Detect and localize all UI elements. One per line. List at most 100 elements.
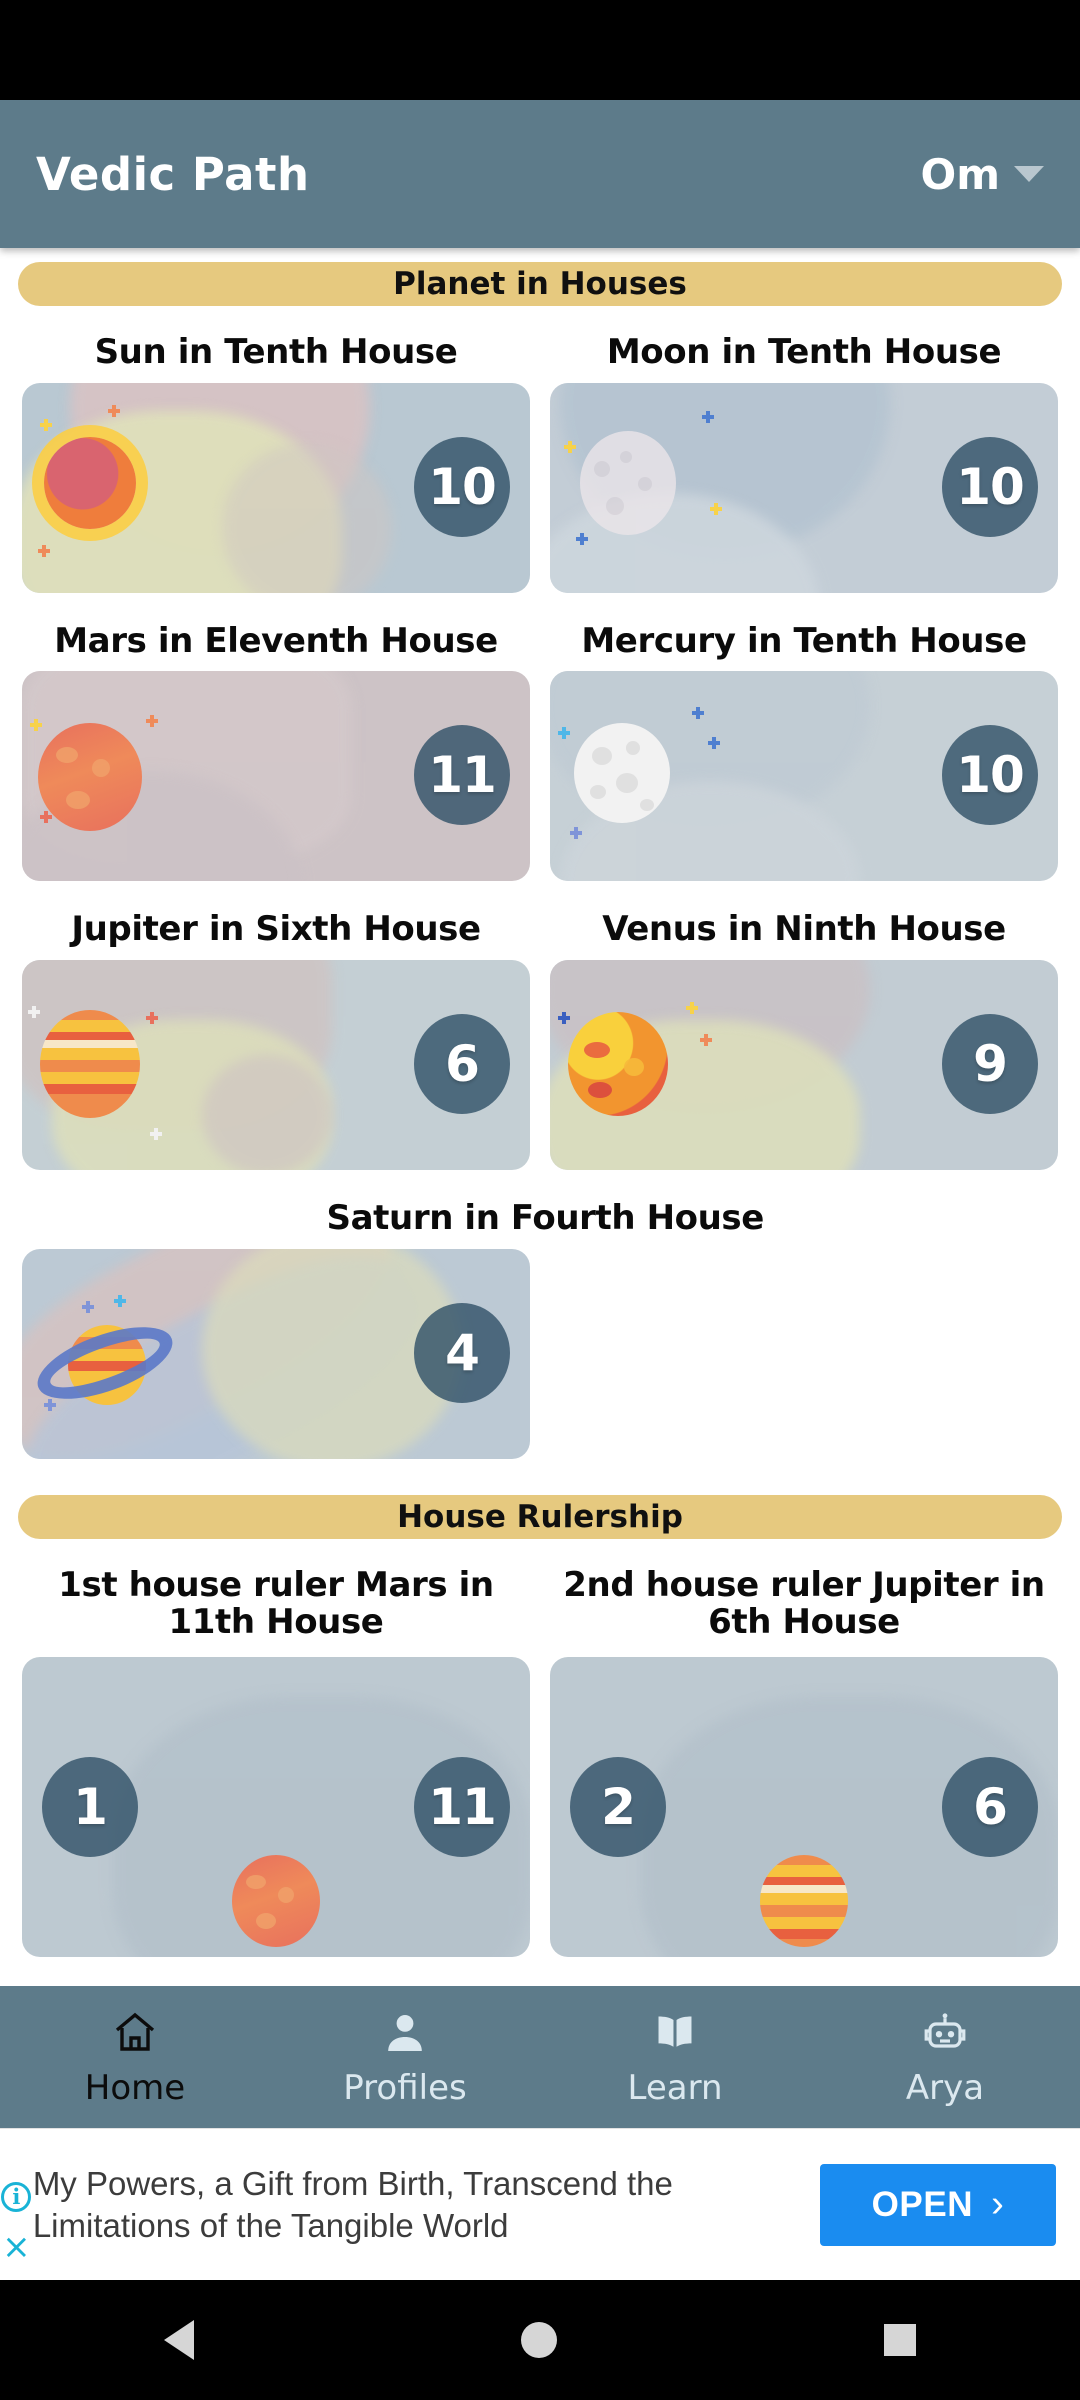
card-thumbnail[interactable]: 10 <box>22 382 530 593</box>
recents-square-icon[interactable] <box>884 2324 917 2356</box>
sun-icon <box>22 410 162 555</box>
mercury-icon <box>574 723 670 824</box>
book-icon <box>649 2006 701 2060</box>
chevron-right-icon: › <box>991 2183 1005 2225</box>
card-title: Saturn in Fourth House <box>326 1198 765 1239</box>
sparkle-icon <box>558 1012 570 1025</box>
ruling-house-badge: 1 <box>42 1756 138 1857</box>
nav-label: Home <box>84 2068 186 2108</box>
house-number-badge: 4 <box>414 1302 510 1403</box>
nav-item-profiles[interactable]: Profiles <box>270 2006 540 2108</box>
card-title: Jupiter in Sixth House <box>71 909 481 950</box>
robot-icon <box>919 2006 971 2060</box>
bottom-navigation: Home Profiles Learn Arya <box>0 1986 1080 2128</box>
card-thumbnail[interactable]: 6 <box>22 960 530 1171</box>
saturn-icon <box>28 1309 182 1419</box>
mars-icon <box>232 1854 320 1947</box>
sparkle-icon <box>564 440 576 453</box>
phone-screen: Vedic Path Om Planet in Houses Sun in Te… <box>0 0 1080 2400</box>
nav-label: Learn <box>627 2068 723 2108</box>
planet-card-sun[interactable]: Sun in Tenth House 10 <box>12 314 540 603</box>
system-navigation-bar <box>0 2280 1080 2400</box>
scroll-content[interactable]: Planet in Houses Sun in Tenth House 10 M… <box>0 248 1080 1986</box>
sparkle-icon <box>576 532 588 545</box>
card-title: Moon in Tenth House <box>606 332 1002 372</box>
mars-icon <box>38 723 142 832</box>
rulership-cards-grid: 1st house ruler Mars in 11th House 1 11 <box>0 1547 1080 1967</box>
back-triangle-icon[interactable] <box>163 2320 194 2360</box>
home-icon <box>109 2006 161 2060</box>
planet-card-mars[interactable]: Mars in Eleventh House 11 <box>12 603 540 892</box>
mantra-selector[interactable]: Om <box>921 150 1044 199</box>
card-thumbnail[interactable]: 9 <box>550 960 1058 1171</box>
planet-card-jupiter[interactable]: Jupiter in Sixth House 6 <box>12 891 540 1180</box>
sparkle-icon <box>708 737 720 750</box>
placement-house-badge: 6 <box>942 1756 1038 1857</box>
ad-headline: My Powers, a Gift from Birth, Transcend … <box>32 2164 673 2244</box>
sparkle-icon <box>710 502 722 515</box>
sparkle-icon <box>40 811 52 824</box>
sparkle-icon <box>692 707 704 720</box>
nav-item-home[interactable]: Home <box>0 2006 270 2108</box>
sparkle-icon <box>114 1294 126 1307</box>
sparkle-icon <box>570 827 582 840</box>
nav-label: Arya <box>905 2068 985 2108</box>
card-thumbnail[interactable]: 2 6 <box>550 1656 1058 1957</box>
ad-banner[interactable]: i × My Powers, a Gift from Birth, Transc… <box>0 2128 1080 2280</box>
status-bar <box>0 0 1080 100</box>
nav-item-arya[interactable]: Arya <box>810 2006 1080 2108</box>
card-thumbnail[interactable]: 1 11 <box>22 1656 530 1957</box>
card-thumbnail[interactable]: 4 <box>22 1248 530 1459</box>
ruling-house-badge: 2 <box>570 1756 666 1857</box>
house-number-badge: 9 <box>942 1014 1038 1115</box>
house-number-badge: 10 <box>942 436 1038 537</box>
section-title: House Rulership <box>397 1498 683 1535</box>
planet-card-mercury[interactable]: Mercury in Tenth House 10 <box>540 603 1068 892</box>
planet-card-moon[interactable]: Moon in Tenth House 10 <box>540 314 1068 603</box>
person-icon <box>380 2006 430 2060</box>
nav-item-learn[interactable]: Learn <box>540 2006 810 2108</box>
mantra-label: Om <box>920 149 1000 199</box>
sparkle-icon <box>28 1006 40 1019</box>
jupiter-icon <box>760 1854 848 1947</box>
section-title: Planet in Houses <box>393 266 687 302</box>
ad-open-button[interactable]: OPEN › <box>820 2163 1056 2246</box>
sparkle-icon <box>146 1012 158 1025</box>
sparkle-icon <box>146 715 158 728</box>
card-title: Sun in Tenth House <box>94 332 458 372</box>
placement-house-badge: 11 <box>414 1756 510 1857</box>
sparkle-icon <box>558 727 570 740</box>
chevron-down-icon <box>1014 166 1044 182</box>
card-title: Venus in Ninth House <box>602 909 1006 950</box>
card-title: Mercury in Tenth House <box>581 620 1027 661</box>
ad-close-icon[interactable]: × <box>2 2230 31 2264</box>
house-number-badge: 11 <box>414 725 510 826</box>
house-number-badge: 6 <box>414 1014 510 1115</box>
card-title: Mars in Eleventh House <box>54 620 498 661</box>
planet-card-venus[interactable]: Venus in Ninth House 9 <box>540 891 1068 1180</box>
backdrop-blob <box>202 1055 332 1171</box>
card-thumbnail[interactable]: 11 <box>22 671 530 882</box>
card-title: 1st house ruler Mars in 11th House <box>58 1564 494 1642</box>
ad-info-icon[interactable]: i <box>1 2181 32 2212</box>
sparkle-icon <box>150 1128 162 1141</box>
app-bar: Vedic Path Om <box>0 100 1080 248</box>
sparkle-icon <box>702 410 714 423</box>
sparkle-icon <box>40 418 52 431</box>
sparkle-icon <box>108 404 120 417</box>
rulership-card-2[interactable]: 2nd house ruler Jupiter in 6th House 2 6 <box>540 1547 1068 1967</box>
moon-icon <box>580 430 676 535</box>
venus-icon <box>568 1012 668 1117</box>
ad-cta-label: OPEN <box>871 2184 974 2224</box>
card-thumbnail[interactable]: 10 <box>550 382 1058 593</box>
home-circle-icon[interactable] <box>520 2322 557 2358</box>
section-header-planet-in-houses: Planet in Houses <box>18 262 1062 306</box>
rulership-card-1[interactable]: 1st house ruler Mars in 11th House 1 11 <box>12 1547 540 1967</box>
sparkle-icon <box>30 719 42 732</box>
ad-controls: i × <box>0 2129 33 2280</box>
planet-card-saturn[interactable]: Saturn in Fourth House 4 <box>12 1180 764 1469</box>
planet-cards-grid: Sun in Tenth House 10 Moon in Tenth Hous… <box>0 314 1080 1469</box>
nav-label: Profiles <box>343 2068 467 2108</box>
card-thumbnail[interactable]: 10 <box>550 671 1058 882</box>
app-title: Vedic Path <box>36 147 310 201</box>
